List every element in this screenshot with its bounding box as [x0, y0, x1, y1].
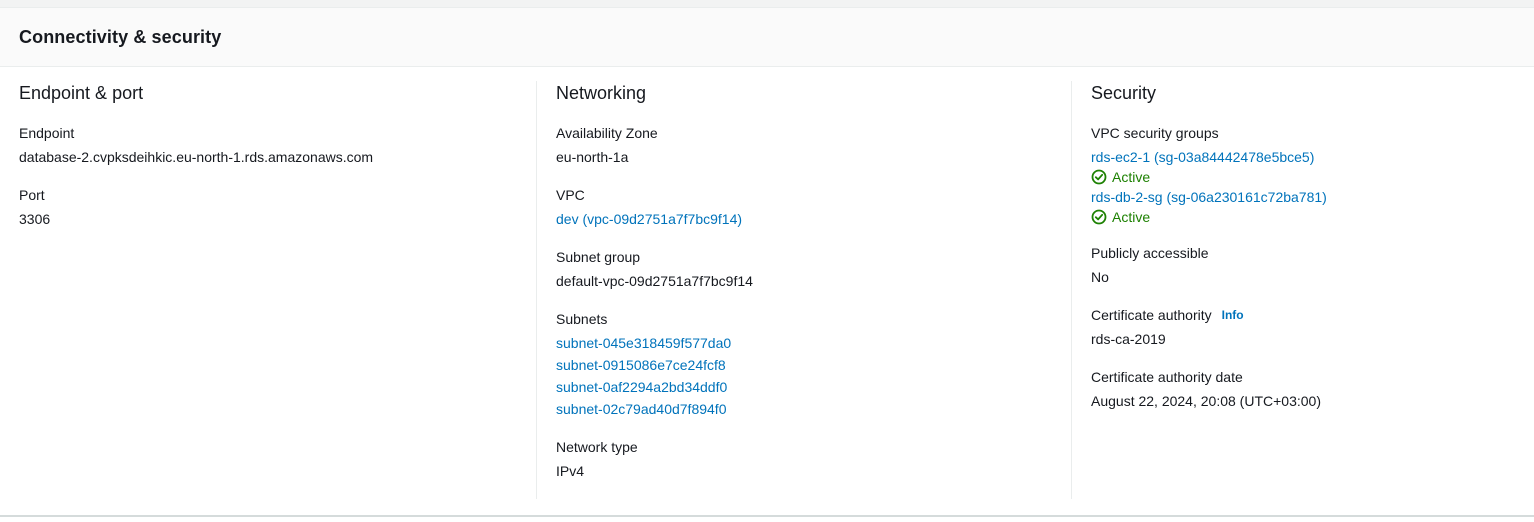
- subnet-link[interactable]: subnet-0af2294a2bd34ddf0: [556, 376, 1052, 398]
- vpc-link[interactable]: dev (vpc-09d2751a7f7bc9f14): [556, 208, 1052, 230]
- panel-title: Connectivity & security: [19, 26, 222, 47]
- networking-column: Networking Availability Zone eu-north-1a…: [536, 81, 1071, 499]
- publicly-accessible-value: No: [1091, 269, 1109, 285]
- security-group-item: rds-ec2-1 (sg-03a84442478e5bce5) Active: [1091, 146, 1515, 186]
- connectivity-security-panel: Connectivity & security Endpoint & port …: [0, 8, 1534, 517]
- status-text: Active: [1112, 209, 1151, 225]
- security-heading: Security: [1091, 83, 1157, 103]
- status-badge: Active: [1091, 208, 1515, 226]
- certificate-authority-date-field: Certificate authority date August 22, 20…: [1091, 367, 1515, 412]
- security-groups-field: VPC security groups rds-ec2-1 (sg-03a844…: [1091, 123, 1515, 226]
- security-groups-label: VPC security groups: [1091, 125, 1219, 141]
- subnet-group-value: default-vpc-09d2751a7f7bc9f14: [556, 273, 753, 289]
- vpc-field: VPC dev (vpc-09d2751a7f7bc9f14): [556, 185, 1052, 230]
- endpoint-port-heading: Endpoint & port: [19, 83, 144, 103]
- certificate-authority-field: Certificate authority Info rds-ca-2019: [1091, 305, 1515, 350]
- subnet-link[interactable]: subnet-045e318459f577da0: [556, 332, 1052, 354]
- panel-columns: Endpoint & port Endpoint database-2.cvpk…: [0, 67, 1534, 499]
- publicly-accessible-label: Publicly accessible: [1091, 245, 1209, 261]
- certificate-authority-value: rds-ca-2019: [1091, 331, 1166, 347]
- endpoint-field: Endpoint database-2.cvpksdeihkic.eu-nort…: [19, 123, 517, 168]
- security-group-link[interactable]: rds-ec2-1 (sg-03a84442478e5bce5): [1091, 146, 1515, 168]
- networking-heading: Networking: [556, 83, 647, 103]
- subnets-list: subnet-045e318459f577da0 subnet-0915086e…: [556, 332, 1052, 420]
- status-badge: Active: [1091, 168, 1515, 186]
- check-circle-icon: [1091, 209, 1107, 225]
- availability-zone-label: Availability Zone: [556, 125, 658, 141]
- availability-zone-value: eu-north-1a: [556, 149, 629, 165]
- endpoint-label: Endpoint: [19, 125, 75, 141]
- subnet-group-label: Subnet group: [556, 249, 641, 265]
- port-label: Port: [19, 187, 45, 203]
- certificate-authority-date-value: August 22, 2024, 20:08 (UTC+03:00): [1091, 393, 1321, 409]
- port-field: Port 3306: [19, 185, 517, 230]
- certificate-authority-label: Certificate authority: [1091, 307, 1212, 323]
- subnets-label: Subnets: [556, 311, 608, 327]
- security-group-item: rds-db-2-sg (sg-06a230161c72ba781) Activ…: [1091, 186, 1515, 226]
- info-link[interactable]: Info: [1222, 305, 1244, 325]
- endpoint-port-column: Endpoint & port Endpoint database-2.cvpk…: [0, 81, 536, 499]
- network-type-value: IPv4: [556, 463, 585, 479]
- status-text: Active: [1112, 169, 1151, 185]
- panel-header: Connectivity & security: [0, 8, 1534, 67]
- certificate-authority-date-label: Certificate authority date: [1091, 369, 1243, 385]
- subnets-field: Subnets subnet-045e318459f577da0 subnet-…: [556, 309, 1052, 420]
- security-column: Security VPC security groups rds-ec2-1 (…: [1071, 81, 1534, 499]
- publicly-accessible-field: Publicly accessible No: [1091, 243, 1515, 288]
- page-top-strip: [0, 0, 1534, 8]
- network-type-label: Network type: [556, 439, 638, 455]
- subnet-link[interactable]: subnet-0915086e7ce24fcf8: [556, 354, 1052, 376]
- network-type-field: Network type IPv4: [556, 437, 1052, 482]
- subnet-link[interactable]: subnet-02c79ad40d7f894f0: [556, 398, 1052, 420]
- availability-zone-field: Availability Zone eu-north-1a: [556, 123, 1052, 168]
- vpc-label: VPC: [556, 187, 585, 203]
- check-circle-icon: [1091, 169, 1107, 185]
- security-groups-list: rds-ec2-1 (sg-03a84442478e5bce5) Active …: [1091, 146, 1515, 226]
- port-value: 3306: [19, 211, 51, 227]
- certificate-authority-label-row: Certificate authority Info: [1091, 305, 1515, 325]
- subnet-group-field: Subnet group default-vpc-09d2751a7f7bc9f…: [556, 247, 1052, 292]
- endpoint-value: database-2.cvpksdeihkic.eu-north-1.rds.a…: [19, 149, 374, 165]
- security-group-link[interactable]: rds-db-2-sg (sg-06a230161c72ba781): [1091, 186, 1515, 208]
